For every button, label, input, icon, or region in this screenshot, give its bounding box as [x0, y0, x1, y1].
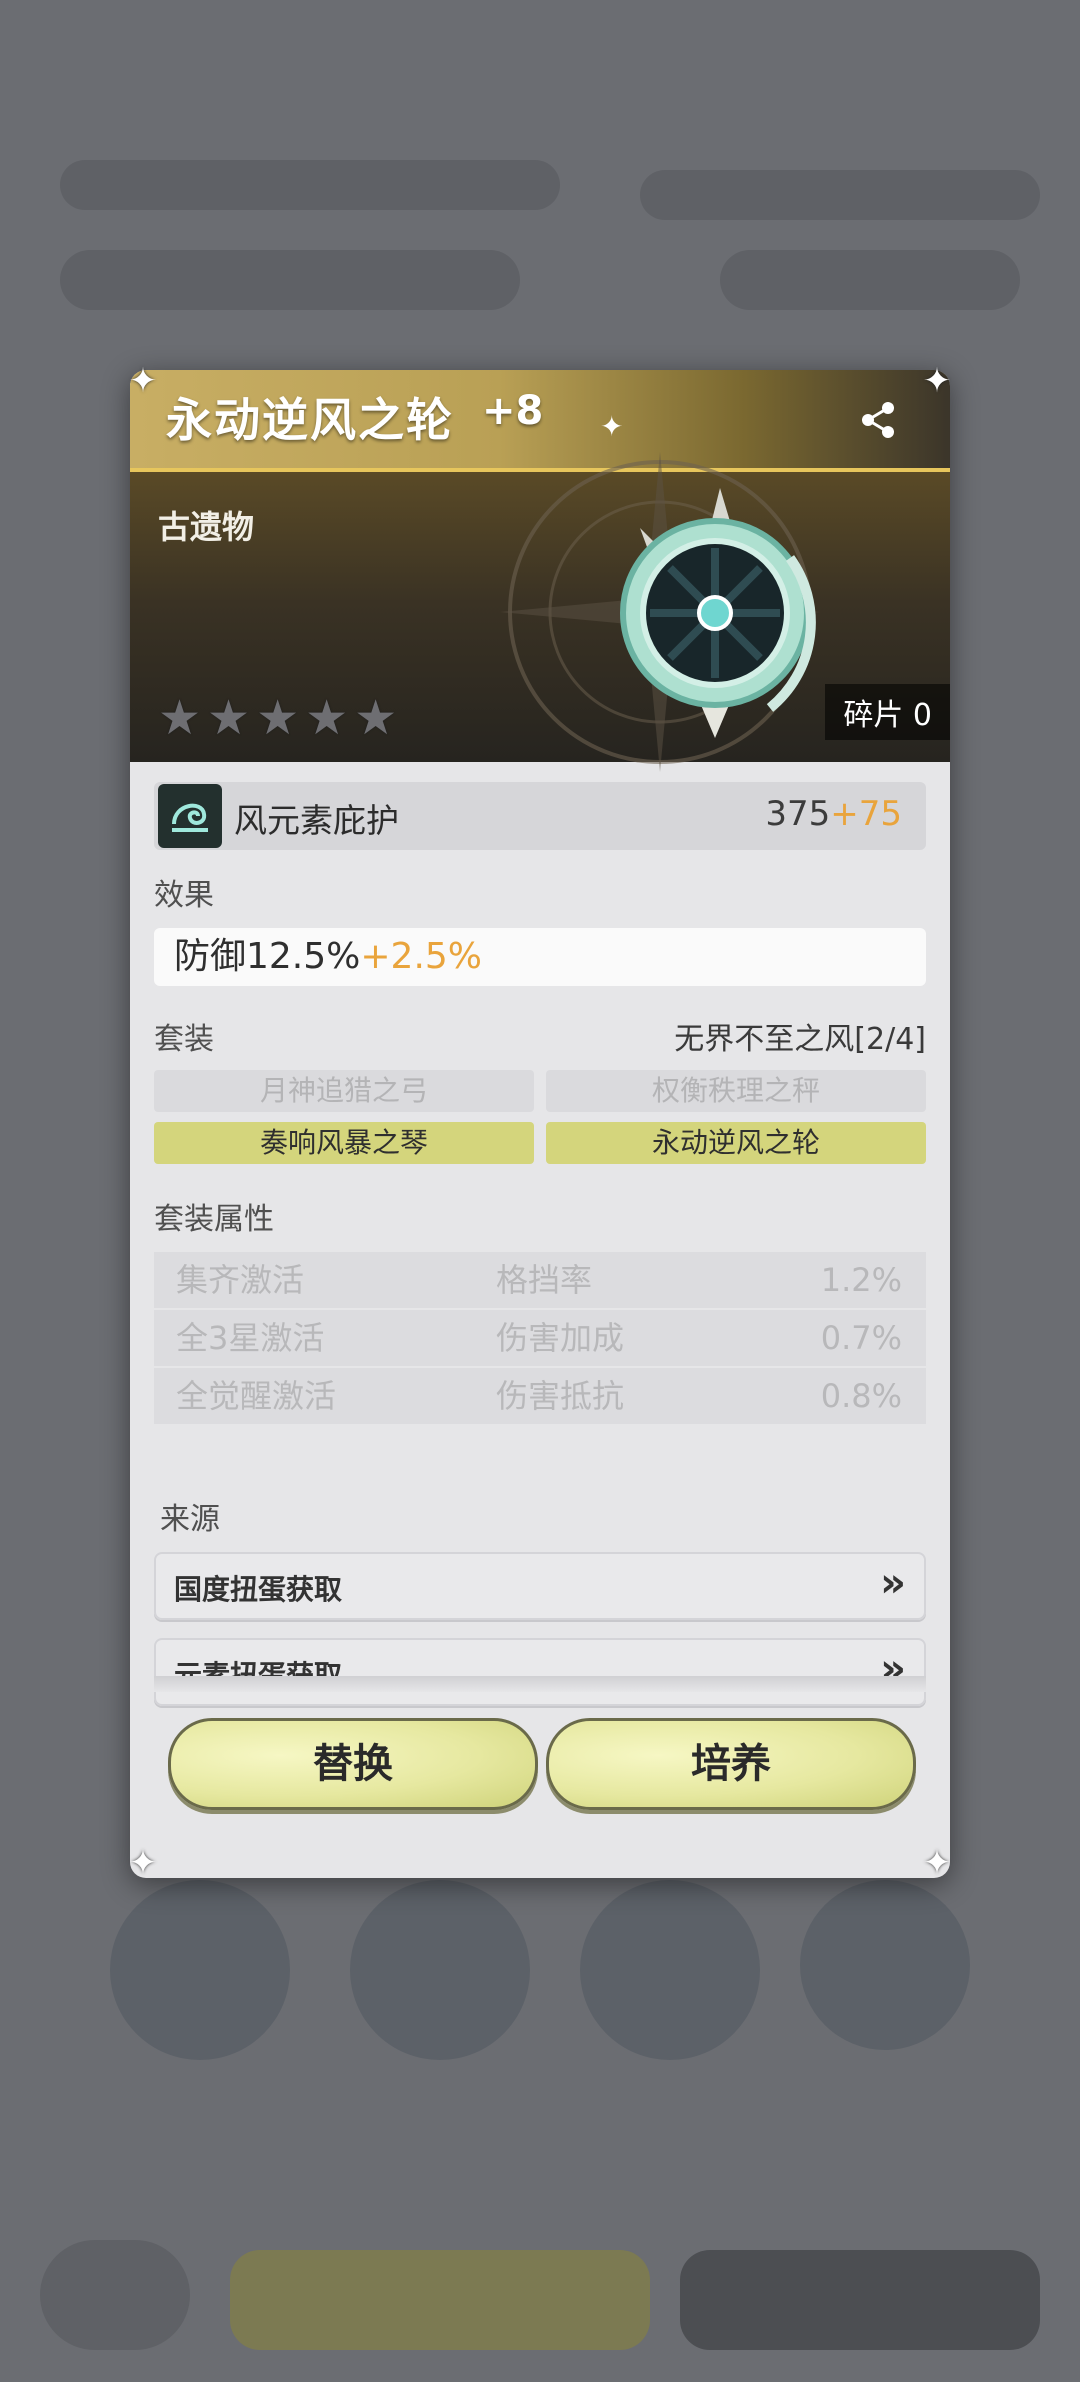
set-pieces: 月神追猎之弓 权衡秩理之秤 奏响风暴之琴 永动逆风之轮 — [154, 1070, 926, 1164]
set-piece-item-active: 永动逆风之轮 — [546, 1122, 926, 1164]
main-stat-row: 风元素庇护 375+75 — [154, 782, 926, 850]
star-rating: ★ ★ ★ ★ ★ — [158, 694, 397, 742]
background-panel — [640, 170, 1040, 220]
source-label: 来源 — [160, 1502, 220, 1537]
main-stat-base: 375 — [765, 794, 831, 834]
background-panel — [60, 250, 520, 310]
main-stat-value: 375+75 — [765, 794, 902, 834]
attribute-value: 1.2% — [820, 1261, 902, 1299]
fragment-count: 碎片 0 — [825, 684, 950, 740]
item-name: 永动逆风之轮 — [166, 393, 454, 447]
item-level: +8 — [482, 388, 544, 434]
star-icon: ★ — [158, 690, 202, 746]
effect-label: 效果 — [154, 878, 214, 913]
item-type: 古遗物 — [158, 508, 255, 546]
background-decor — [350, 1880, 530, 2060]
attribute-condition: 集齐激活 — [176, 1261, 305, 1299]
attribute-stat: 伤害加成 — [496, 1319, 625, 1357]
attribute-condition: 全觉醒激活 — [176, 1377, 337, 1415]
set-label: 套装 — [154, 1022, 214, 1057]
set-piece-item: 月神追猎之弓 — [154, 1070, 534, 1112]
set-attribute-row: 全3星激活 伤害加成 0.7% — [154, 1310, 926, 1366]
star-icon: ★ — [207, 690, 251, 746]
set-attributes-label: 套装属性 — [154, 1202, 274, 1237]
set-attribute-row: 全觉醒激活 伤害抵抗 0.8% — [154, 1368, 926, 1424]
cultivate-button[interactable]: 培养 — [546, 1718, 916, 1810]
attribute-stat: 伤害抵抗 — [496, 1377, 625, 1415]
main-stat-bonus: +75 — [830, 794, 902, 834]
wind-element-icon — [158, 784, 222, 848]
relic-details: 风元素庇护 375+75 效果 防御12.5%+2.5% 套装 无界不至之风[2… — [154, 782, 926, 1706]
background-bar — [680, 2250, 1040, 2350]
star-icon: ★ — [305, 690, 349, 746]
background-decor — [580, 1880, 760, 2060]
background-bar — [40, 2240, 190, 2350]
source-gacha-element-button[interactable]: 元素扭蛋获取 » — [154, 1638, 926, 1706]
attribute-stat: 格挡率 — [496, 1261, 593, 1299]
action-bar: 替换 培养 — [130, 1710, 950, 1840]
set-attribute-row: 集齐激活 格挡率 1.2% — [154, 1252, 926, 1308]
wheel-relic-icon — [620, 488, 816, 738]
star-icon: ★ — [256, 690, 300, 746]
relic-hero: 古遗物 ★ ★ ★ ★ ★ 碎片 0 — [130, 452, 950, 772]
frame-corner-icon: ✦ — [922, 361, 952, 401]
double-chevron-right-icon: » — [880, 1560, 906, 1606]
background-panel — [60, 160, 560, 210]
source-gacha-realm-button[interactable]: 国度扭蛋获取 » — [154, 1552, 926, 1620]
frame-corner-icon: ✦ — [922, 1843, 952, 1883]
background-panel — [720, 250, 1020, 310]
source-option-label: 国度扭蛋获取 — [174, 1573, 343, 1606]
set-piece-item: 权衡秩理之秤 — [546, 1070, 926, 1112]
frame-corner-icon: ✦ — [128, 361, 158, 401]
attribute-value: 0.8% — [820, 1377, 902, 1415]
replace-button[interactable]: 替换 — [168, 1718, 538, 1810]
effect-text: 防御12.5% — [174, 936, 361, 977]
set-header: 套装 无界不至之风[2/4] — [154, 1014, 926, 1058]
main-stat-name: 风元素庇护 — [234, 801, 399, 840]
share-icon[interactable] — [858, 400, 898, 440]
effect-box: 防御12.5%+2.5% — [154, 928, 926, 986]
attribute-value: 0.7% — [820, 1319, 902, 1357]
set-piece-item-active: 奏响风暴之琴 — [154, 1122, 534, 1164]
background-bar — [230, 2250, 650, 2350]
effect-bonus: +2.5% — [360, 936, 482, 977]
sparkle-icon: ✦ — [600, 410, 624, 443]
set-name: 无界不至之风[2/4] — [674, 1022, 926, 1057]
background-decor — [800, 1880, 970, 2050]
relic-detail-card: 永动逆风之轮 +8 ✦ 古遗物 ★ ★ ★ ★ ★ 碎片 0 风元素庇护 375… — [130, 370, 950, 1878]
background-decor — [110, 1880, 290, 2060]
divider — [154, 1676, 926, 1692]
attribute-condition: 全3星激活 — [176, 1319, 325, 1357]
set-attributes-table: 集齐激活 格挡率 1.2% 全3星激活 伤害加成 0.7% 全觉醒激活 伤害抵抗… — [154, 1252, 926, 1424]
frame-corner-icon: ✦ — [128, 1843, 158, 1883]
star-icon: ★ — [354, 690, 398, 746]
